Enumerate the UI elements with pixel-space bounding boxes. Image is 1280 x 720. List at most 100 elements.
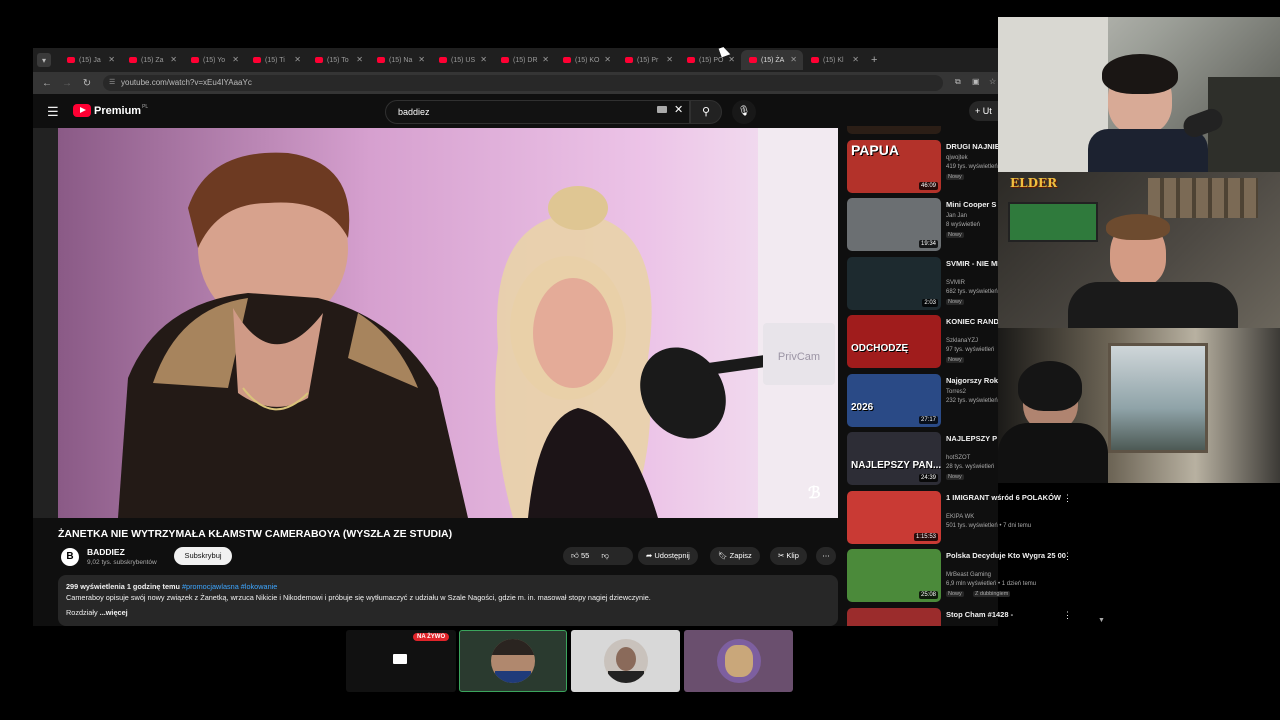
close-tab-icon[interactable]: ✕ [480, 55, 487, 64]
browser-tab[interactable]: (15) KO ✕ [555, 50, 617, 70]
back-icon[interactable]: ← [37, 78, 57, 89]
clip-button[interactable]: ✂ Klip [770, 547, 807, 565]
youtube-play-icon [73, 104, 91, 117]
dislike-button[interactable]: 👎︎ [601, 551, 609, 560]
subscribe-button[interactable]: Subskrybuj [174, 547, 232, 565]
close-tab-icon[interactable]: ✕ [170, 55, 177, 64]
save-button[interactable]: 🔖︎ Zapisz [710, 547, 760, 565]
video-thumbnail[interactable]: PAPUA 46:09 [847, 140, 941, 193]
participant-tile-2[interactable] [571, 630, 680, 692]
browser-tab[interactable]: (15) Kl ✕ [803, 50, 865, 70]
recommended-video[interactable]: Stop Cham #1428 - ⋮ [847, 608, 1107, 626]
tab-search-dropdown[interactable]: ▾ [37, 53, 51, 67]
voice-search-button[interactable]: 🎙 [732, 100, 756, 124]
search-input[interactable]: baddiez [385, 100, 690, 124]
bookmark-star-icon[interactable]: ☆ [989, 77, 996, 86]
more-actions-button[interactable]: ⋯ [816, 547, 836, 565]
video-thumbnail[interactable]: 19:34 [847, 198, 941, 251]
translate-icon[interactable]: ⧉ [955, 77, 961, 87]
search-button[interactable]: ⚲ [690, 100, 722, 124]
scissors-icon: ✂ [778, 551, 785, 560]
browser-tab[interactable]: (15) Ja ✕ [59, 50, 121, 70]
video-thumbnail[interactable]: 1:15:53 [847, 491, 941, 544]
watermark-text: PrivCam [777, 351, 821, 363]
recommended-views: 682 tys. wyświetleń [946, 289, 998, 295]
recommended-video[interactable]: 1:15:53 1 IMIGRANT wśród 6 POLAKÓW EKIPA W… [847, 491, 1107, 547]
browser-tab[interactable]: (15) US ✕ [431, 50, 493, 70]
youtube-favicon-icon [687, 57, 695, 63]
description-text: Cameraboy opisuje swój nowy związek z Ża… [66, 593, 651, 602]
show-more-link[interactable]: ...więcej [100, 608, 128, 617]
share-label: Udostępnij [654, 551, 690, 560]
close-tab-icon[interactable]: ✕ [666, 55, 673, 64]
close-tab-icon[interactable]: ✕ [790, 55, 797, 64]
description-box[interactable]: 299 wyświetlenia 1 godzinę temu #promocj… [58, 575, 838, 626]
video-thumbnail[interactable] [847, 126, 941, 134]
url-text: youtube.com/watch?v=xEu4IYAaaYc [121, 78, 252, 87]
close-tab-icon[interactable]: ✕ [542, 55, 549, 64]
video-thumbnail[interactable]: 2026 27:17 [847, 374, 941, 427]
video-player[interactable]: PrivCam ℬ [58, 128, 838, 518]
youtube-favicon-icon [253, 57, 261, 63]
channel-name[interactable]: BADDIEZ [87, 547, 125, 557]
browser-tab[interactable]: (15) DR ✕ [493, 50, 555, 70]
youtube-logo[interactable]: Premium PL [73, 104, 148, 117]
video-thumbnail[interactable] [847, 608, 941, 626]
recommended-channel: EKIPA WK [946, 514, 975, 520]
site-info-icon[interactable]: ☰ [109, 75, 115, 91]
clear-search-icon[interactable]: ✕ [674, 103, 683, 116]
new-tab-button[interactable]: + [871, 54, 877, 66]
hamburger-menu-icon[interactable]: ☰ [47, 104, 59, 120]
screen-share-tile[interactable]: NA ŻYWO [346, 630, 456, 692]
hashtags[interactable]: #promocjawlasna #lokowanie [182, 582, 277, 591]
recommended-views: 8 wyświetleń [946, 222, 981, 228]
video-thumbnail[interactable]: 2:03 [847, 257, 941, 310]
like-dislike-group: 👍︎ 55 👎︎ [563, 547, 633, 565]
close-tab-icon[interactable]: ✕ [728, 55, 735, 64]
browser-tab[interactable]: (15) To ✕ [307, 50, 369, 70]
youtube-favicon-icon [749, 57, 757, 63]
video-thumbnail[interactable]: ODCHODZĘ [847, 315, 941, 368]
close-tab-icon[interactable]: ✕ [604, 55, 611, 64]
share-button[interactable]: ➦ Udostępnij [638, 547, 698, 565]
video-thumbnail[interactable]: NAJLEPSZY PAN... 24:39 [847, 432, 941, 485]
close-tab-icon[interactable]: ✕ [852, 55, 859, 64]
tabs-list: (15) Ja ✕ (15) Za ✕ (15) Yo ✕ (15) Ti ✕ (15) To ✕… [59, 50, 865, 70]
browser-tab[interactable]: (15) Za ✕ [121, 50, 183, 70]
browser-tab[interactable]: (15) ŻA ✕ [741, 50, 803, 70]
logo-region: PL [142, 103, 149, 110]
browser-tab[interactable]: (15) Pr ✕ [617, 50, 679, 70]
scroll-down-icon[interactable]: ▼ [1098, 617, 1105, 624]
more-vertical-icon[interactable]: ⋮ [1063, 551, 1072, 562]
participant-tile-3[interactable] [684, 630, 793, 692]
browser-tab[interactable]: (15) Yo ✕ [183, 50, 245, 70]
reload-icon[interactable]: ↻ [77, 78, 97, 89]
install-icon[interactable]: ▣ [972, 77, 980, 86]
recommended-video[interactable]: 25:08 Polska Decyduje Kto Wygra 25 000 $ M… [847, 549, 1107, 605]
recommended-title: 1 IMIGRANT wśród 6 POLAKÓW [946, 493, 1062, 502]
channel-avatar[interactable]: B [61, 548, 79, 566]
close-tab-icon[interactable]: ✕ [356, 55, 363, 64]
close-tab-icon[interactable]: ✕ [418, 55, 425, 64]
recommended-channel: Jan Jan [946, 213, 968, 219]
browser-tab[interactable]: (15) Ti ✕ [245, 50, 307, 70]
more-vertical-icon[interactable]: ⋮ [1063, 610, 1072, 621]
close-tab-icon[interactable]: ✕ [108, 55, 115, 64]
forward-icon[interactable]: → [57, 78, 77, 89]
close-tab-icon[interactable]: ✕ [294, 55, 301, 64]
browser-tab[interactable]: (15) PO ✕ [679, 50, 741, 70]
create-button[interactable]: + Ut [969, 101, 998, 121]
tab-title: (15) PO [699, 56, 724, 64]
channel-subscriber-count: 9,02 tys. subskrybentów [87, 559, 157, 566]
url-field[interactable]: ☰ youtube.com/watch?v=xEu4IYAaaYc [103, 75, 943, 91]
keyboard-icon[interactable] [657, 106, 667, 113]
close-tab-icon[interactable]: ✕ [232, 55, 239, 64]
browser-tab[interactable]: (15) Na ✕ [369, 50, 431, 70]
more-vertical-icon[interactable]: ⋮ [1063, 493, 1072, 504]
streamer-2-shirt [1068, 282, 1238, 328]
monitor-icon [393, 654, 407, 664]
like-button[interactable]: 👍︎ 55 [571, 551, 589, 560]
woman-face-front [533, 278, 613, 388]
participant-tile-1[interactable] [459, 630, 567, 692]
video-thumbnail[interactable]: 25:08 [847, 549, 941, 602]
